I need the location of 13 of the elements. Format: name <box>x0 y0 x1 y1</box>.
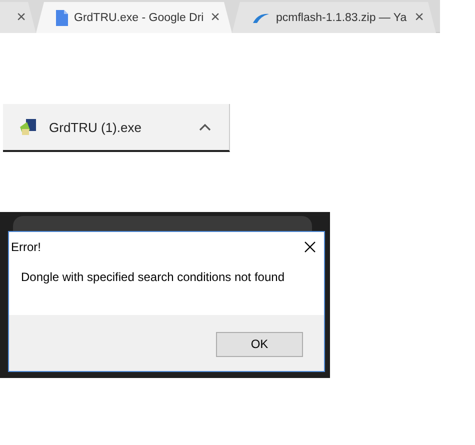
browser-tab[interactable]: pcmflash-1.1.83.zip — Ya × <box>232 2 436 33</box>
close-tab-button[interactable]: × <box>16 10 26 26</box>
close-tab-button[interactable]: × <box>414 10 424 26</box>
browser-tab[interactable]: × <box>0 2 36 33</box>
file-name: GrdTRU (1).exe <box>49 120 142 134</box>
tab-title: GrdTRU.exe - Google Dri <box>74 12 205 24</box>
browser-tab[interactable]: GrdTRU.exe - Google Dri × <box>36 2 232 33</box>
ok-button[interactable]: OK <box>216 332 303 356</box>
download-item[interactable]: GrdTRU (1).exe <box>3 104 230 152</box>
dialog-title: Error! <box>11 240 41 254</box>
close-tab-button[interactable]: × <box>210 10 220 26</box>
tab-title: pcmflash-1.1.83.zip — Ya <box>276 12 408 24</box>
error-message: Dongle with specified search conditions not found <box>20 269 286 286</box>
